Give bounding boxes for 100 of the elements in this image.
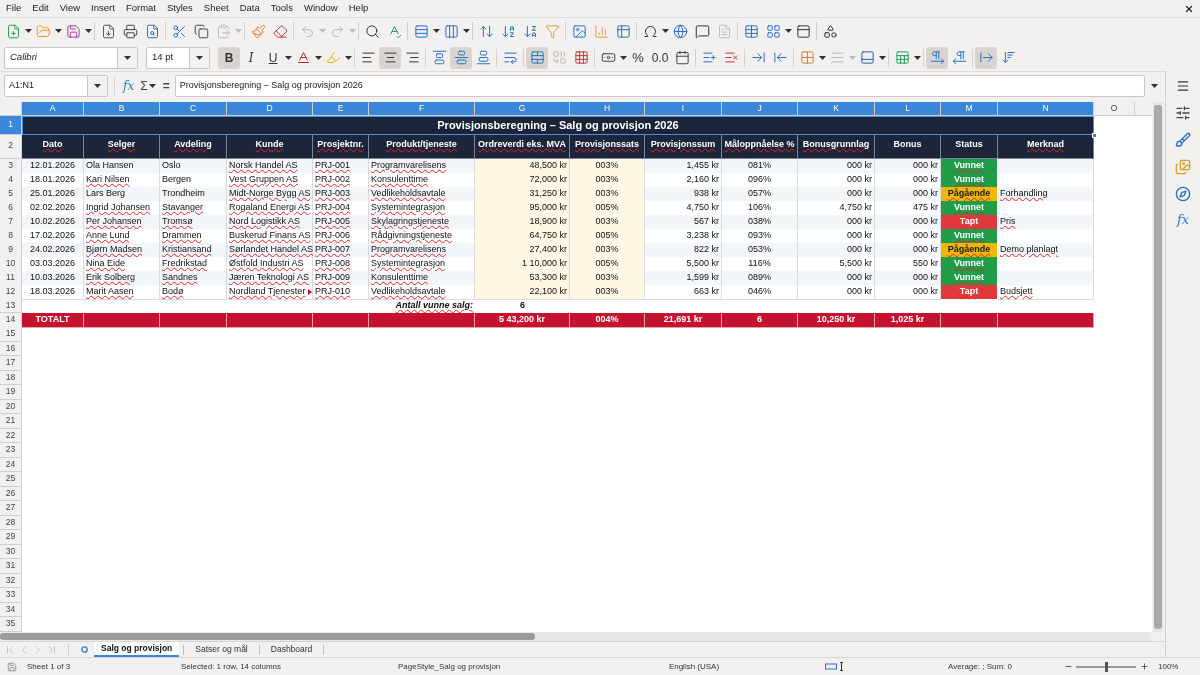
compass-icon[interactable]	[1175, 186, 1191, 202]
caret-down-icon[interactable]	[54, 29, 62, 33]
row-header[interactable]: 14	[0, 313, 22, 328]
caret-down-icon[interactable]	[661, 29, 669, 33]
row-header[interactable]: 35	[0, 617, 22, 632]
menu-item[interactable]: Format	[125, 1, 156, 16]
row-header[interactable]: 23	[0, 443, 22, 458]
row-header[interactable]: 29	[0, 530, 22, 545]
zoom-in-button[interactable]	[1138, 660, 1150, 673]
row-header[interactable]: 31	[0, 559, 22, 574]
menu-item[interactable]: Data	[239, 1, 260, 16]
caret-down-icon[interactable]	[619, 55, 627, 60]
row-header[interactable]: 1	[0, 116, 22, 135]
row-header[interactable]: 17	[0, 356, 22, 371]
menu-item[interactable]: Sheet	[203, 1, 229, 16]
align-middle-button[interactable]	[450, 46, 472, 69]
formula-input[interactable]: Provisjonsberegning – Salg og provisjon 2026	[174, 75, 1145, 97]
caret-down-icon[interactable]	[24, 29, 32, 33]
row-header[interactable]: 27	[0, 501, 22, 516]
caret-down-icon[interactable]	[818, 55, 826, 60]
sum-button[interactable]: Σ	[139, 77, 149, 95]
scrollbar-thumb[interactable]	[0, 633, 535, 640]
caret-down-icon[interactable]	[462, 29, 470, 33]
column-header[interactable]: F	[369, 102, 475, 116]
caret-down-icon[interactable]	[878, 55, 886, 60]
functions-button[interactable]: fx	[1176, 213, 1190, 226]
dropdown-button[interactable]	[189, 47, 209, 68]
ring-icon[interactable]	[81, 646, 88, 653]
percent-button[interactable]: %	[627, 46, 649, 69]
function-wizard-button[interactable]: fx	[121, 77, 137, 95]
sheet-tab[interactable]: Dashboard	[263, 642, 320, 657]
row-header[interactable]: 12	[0, 285, 22, 300]
column-header[interactable]: B	[84, 102, 160, 116]
row-header[interactable]: 4	[0, 173, 22, 188]
caret-down-icon[interactable]	[284, 55, 292, 60]
sliders-icon[interactable]	[1175, 105, 1191, 121]
column-header[interactable]: N	[998, 102, 1094, 116]
row-header[interactable]: 13	[0, 299, 22, 313]
selection-handle[interactable]	[1092, 132, 1097, 138]
row-header[interactable]: 8	[0, 229, 22, 244]
underline-button[interactable]: U	[262, 46, 284, 69]
menu-item[interactable]: Help	[348, 1, 369, 16]
caret-down-icon[interactable]	[124, 55, 131, 60]
column-header[interactable]: C	[160, 102, 227, 116]
caret-down-icon[interactable]	[1151, 84, 1159, 88]
row-header[interactable]: 3	[0, 159, 22, 174]
dropdown-button[interactable]	[117, 47, 137, 68]
caret-down-icon[interactable]	[344, 55, 352, 60]
sheet-tab[interactable]: Satser og mål	[188, 642, 255, 657]
row-header[interactable]: 6	[0, 201, 22, 216]
column-header[interactable]: O	[1094, 102, 1135, 116]
images-icon[interactable]	[1175, 159, 1191, 175]
caret-down-icon[interactable]	[314, 55, 322, 60]
row-header[interactable]: 7	[0, 215, 22, 230]
column-header[interactable]: L	[875, 102, 941, 116]
dropdown-button[interactable]	[87, 76, 107, 96]
left-to-right-button[interactable]	[926, 46, 948, 69]
caret-down-icon[interactable]	[432, 29, 440, 33]
column-header[interactable]: D	[227, 102, 313, 116]
row-header[interactable]: 5	[0, 187, 22, 202]
row-header[interactable]: 21	[0, 414, 22, 429]
column-header[interactable]: I	[645, 102, 722, 116]
row-header[interactable]: 10	[0, 257, 22, 272]
caret-down-icon[interactable]	[94, 84, 101, 88]
text-left-to-right-button[interactable]	[975, 46, 997, 69]
zoom-slider-thumb[interactable]	[1104, 661, 1108, 672]
zoom-percent[interactable]: 100%	[1158, 660, 1179, 673]
column-header[interactable]: J	[722, 102, 798, 116]
merge-center-button[interactable]	[526, 46, 548, 69]
column-header[interactable]: A	[22, 102, 84, 116]
row-header[interactable]: 33	[0, 588, 22, 603]
close-icon[interactable]	[1184, 3, 1194, 14]
menu-item[interactable]: File	[6, 1, 22, 16]
caret-down-icon[interactable]	[913, 55, 921, 60]
menu-item[interactable]: Insert	[91, 1, 115, 16]
column-header[interactable]: K	[798, 102, 875, 116]
menu-item[interactable]: Styles	[166, 1, 193, 16]
column-header[interactable]: E	[313, 102, 369, 116]
number-button[interactable]: 0.0	[649, 46, 671, 69]
column-header[interactable]: H	[570, 102, 645, 116]
font-name-box[interactable]: Calibri	[4, 46, 138, 69]
font-size-box[interactable]: 14 pt	[146, 46, 210, 69]
column-header[interactable]: G	[475, 102, 570, 116]
name-box[interactable]: A1:N1	[4, 75, 108, 97]
row-header[interactable]: 9	[0, 243, 22, 258]
menu-item[interactable]: View	[59, 1, 81, 16]
caret-down-icon[interactable]	[149, 84, 157, 88]
row-header[interactable]: 11	[0, 271, 22, 286]
align-center-button[interactable]	[379, 46, 401, 69]
column-header[interactable]: M	[941, 102, 998, 116]
row-header[interactable]: 15	[0, 327, 22, 342]
caret-down-icon[interactable]	[84, 29, 92, 33]
brush-icon[interactable]	[1175, 132, 1191, 148]
bold-button[interactable]: B	[218, 46, 240, 69]
sheet-tab[interactable]: Salg og provisjon	[94, 642, 180, 657]
caret-down-icon[interactable]	[784, 29, 792, 33]
formula-button[interactable]: =	[160, 77, 172, 95]
menu-item[interactable]: Edit	[32, 1, 49, 16]
italic-button[interactable]: I	[240, 46, 262, 69]
row-header[interactable]: 19	[0, 385, 22, 400]
